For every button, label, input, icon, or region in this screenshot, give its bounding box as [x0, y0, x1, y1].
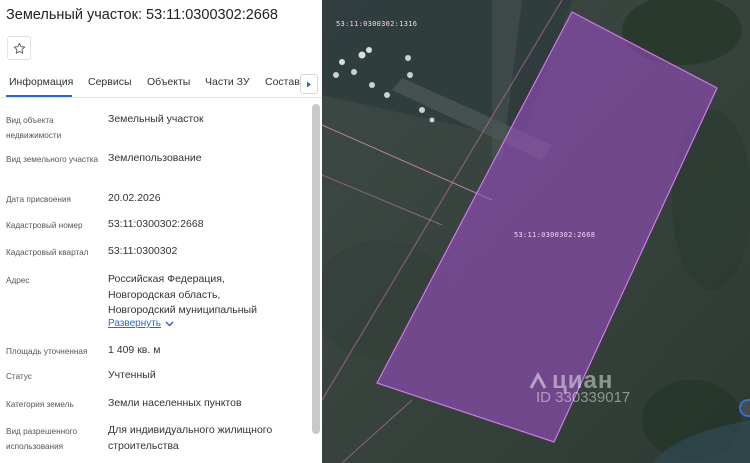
compass-icon[interactable]	[739, 399, 750, 417]
field-value-cadastral-quarter: 53:11:0300302	[108, 245, 178, 257]
field-value-permitted-use: Для индивидуального жилищного строительс…	[108, 423, 308, 454]
field-value-address: Российская Федерация, Новгородская облас…	[108, 272, 308, 319]
field-value-land-category: Земли населенных пунктов	[108, 397, 242, 409]
field-value-land-type: Землепользование	[108, 152, 202, 164]
cian-watermark: циан ID 330339017	[529, 367, 631, 406]
field-value-area: 1 409 кв. м	[108, 344, 161, 356]
field-label-address: Адрес	[6, 276, 30, 285]
field-label-object-type: Вид объекта недвижимости	[6, 116, 62, 140]
active-tab-indicator	[6, 95, 72, 97]
field-label-assign-date: Дата присвоения	[6, 195, 71, 204]
field-value-status: Учтенный	[108, 369, 156, 381]
field-label-cadastral-quarter: Кадастровый квартал	[6, 248, 89, 257]
field-label-permitted-use: Вид разрешенного использования	[6, 427, 78, 451]
cian-logo-icon	[529, 371, 547, 389]
parcel-label-neighbor: 53:11:0300302:1316	[336, 20, 418, 28]
parcel-label-main: 53:11:0300302:2668	[514, 231, 596, 239]
info-panel: Земельный участок: 53:11:0300302:2668 Ин…	[0, 0, 322, 463]
field-label-cadastral-number: Кадастровый номер	[6, 221, 83, 230]
tab-scroll-right-button[interactable]	[300, 74, 318, 94]
tab-services[interactable]: Сервисы	[88, 76, 132, 88]
field-label-land-type: Вид земельного участка	[6, 155, 99, 164]
chevron-right-icon	[307, 81, 311, 87]
chevron-down-icon	[165, 320, 174, 327]
star-outline-icon	[13, 42, 25, 54]
tab-composition[interactable]: Состав	[265, 76, 300, 88]
field-label-area: Площадь уточненная	[6, 347, 88, 356]
tab-objects[interactable]: Объекты	[147, 76, 190, 88]
panel-scrollbar[interactable]	[312, 104, 320, 434]
satellite-map[interactable]: 53:11:0300302:1316 53:11:0300302:2668 ци…	[322, 0, 750, 463]
permitted-use-line: строительства	[108, 439, 179, 452]
expand-label: Развернуть	[108, 318, 162, 329]
tab-parts[interactable]: Части ЗУ	[205, 76, 250, 88]
address-line: Российская Федерация,	[108, 273, 225, 285]
tab-bar: Информация Сервисы Объекты Части ЗУ Сост…	[0, 72, 322, 98]
field-value-object-type: Земельный участок	[108, 113, 204, 125]
watermark-id: ID 330339017	[536, 389, 631, 406]
tab-information[interactable]: Информация	[9, 76, 73, 88]
expand-address-link[interactable]: Развернуть	[108, 318, 174, 329]
address-line: Новгородский муниципальный	[108, 304, 257, 316]
field-value-cadastral-number: 53:11:0300302:2668	[108, 218, 204, 230]
address-line: Новгородская область,	[108, 288, 221, 301]
favorite-button[interactable]	[7, 36, 31, 60]
field-value-assign-date: 20.02.2026	[108, 192, 161, 204]
field-label-land-category: Категория земель	[6, 400, 74, 409]
permitted-use-line: Для индивидуального жилищного	[108, 424, 273, 436]
page-title: Земельный участок: 53:11:0300302:2668	[6, 7, 278, 23]
field-label-status: Статус	[6, 372, 32, 381]
